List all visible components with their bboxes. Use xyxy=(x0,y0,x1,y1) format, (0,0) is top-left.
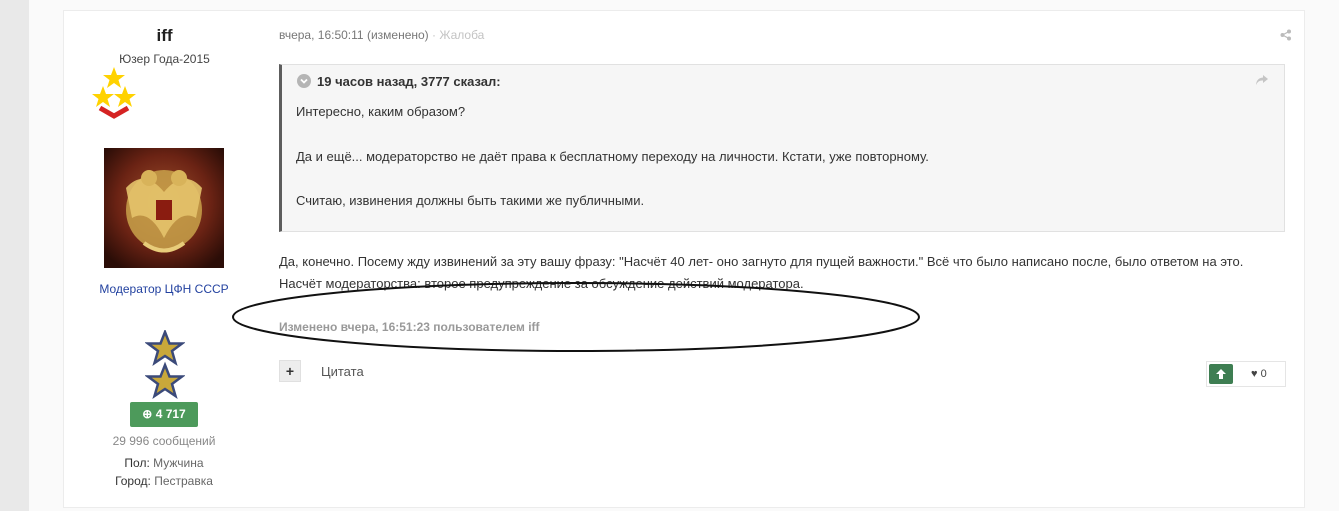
quote-line: Считаю, извинения должны быть такими же … xyxy=(296,193,645,208)
quote-line: Интересно, каким образом? xyxy=(296,104,466,119)
chevron-icon xyxy=(98,105,130,119)
post-meta: вчера, 16:50:11 (изменено) · Жалоба xyxy=(279,28,484,42)
post-count: 29 996 сообщений xyxy=(112,434,216,448)
quote-share-icon[interactable] xyxy=(1255,74,1269,86)
quote-header[interactable]: 19 часов назад, 3777 сказал: xyxy=(297,74,501,89)
field-value: Пестравка xyxy=(154,474,213,488)
upvote-button[interactable] xyxy=(1209,364,1233,384)
reputation-value: 4 717 xyxy=(155,407,186,421)
plus-circle-icon: ⊕ xyxy=(142,407,153,421)
author-rank-title: Юзер Года-2015 xyxy=(119,52,210,66)
arrow-up-icon xyxy=(1216,369,1226,379)
rank-stars-icon xyxy=(92,67,136,119)
star-icon xyxy=(92,86,114,107)
like-count[interactable]: ♥ 0 xyxy=(1251,364,1267,384)
field-key: Город: xyxy=(115,474,151,488)
edited-flag: (изменено) xyxy=(366,28,429,42)
hand-drawn-ellipse xyxy=(232,282,920,352)
author-field-city: Город: Пестравка xyxy=(60,474,268,488)
reputation-badge[interactable]: ⊕ 4 717 xyxy=(130,402,198,427)
reaction-bar: ♥ 0 xyxy=(1206,361,1286,387)
report-link[interactable]: Жалоба xyxy=(439,28,484,42)
quote-citation: 19 часов назад, 3777 сказал: xyxy=(317,74,501,89)
star-icon xyxy=(114,86,136,107)
author-field-gender: Пол: Мужчина xyxy=(60,456,268,470)
quote-block: 19 часов назад, 3777 сказал: Интересно, … xyxy=(279,64,1285,232)
author-avatar[interactable] xyxy=(104,148,224,268)
post-paragraph: Да, конечно. Посему жду извинений за эту… xyxy=(279,254,1244,269)
share-icon[interactable] xyxy=(1280,29,1292,41)
post-date[interactable]: вчера, 16:50:11 xyxy=(279,28,364,42)
author-name[interactable]: iff xyxy=(63,26,266,46)
multiquote-button[interactable]: + xyxy=(279,360,301,382)
star-icon xyxy=(103,67,125,88)
chevron-down-icon[interactable] xyxy=(297,74,311,88)
quote-line: Да и ещё... модераторство не даёт права … xyxy=(296,149,929,164)
reputation-stars-icon xyxy=(145,330,185,399)
field-key: Пол: xyxy=(124,456,150,470)
quote-button[interactable]: Цитата xyxy=(321,364,364,379)
field-value: Мужчина xyxy=(153,456,204,470)
like-count-value: 0 xyxy=(1260,368,1267,380)
heart-icon: ♥ xyxy=(1251,368,1258,380)
separator: · xyxy=(432,28,437,42)
